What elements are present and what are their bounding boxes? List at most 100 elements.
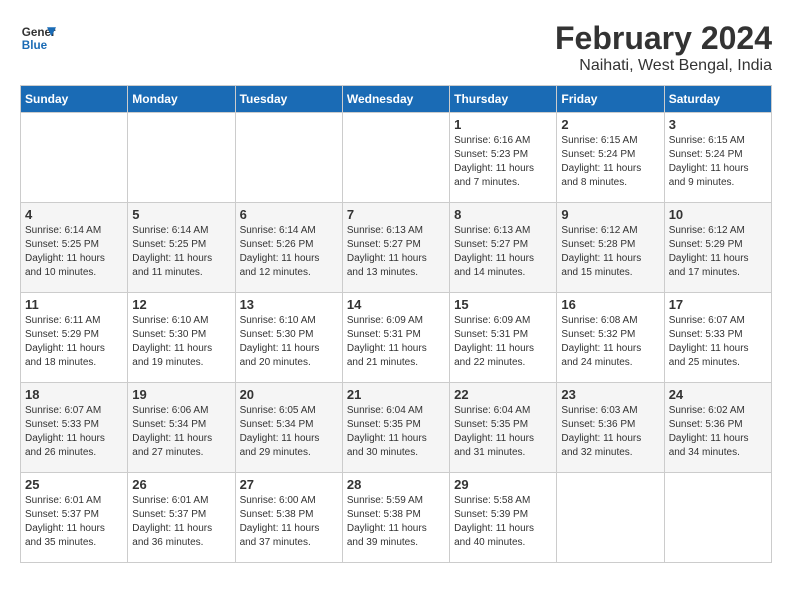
day-info: Sunrise: 6:09 AM Sunset: 5:31 PM Dayligh… xyxy=(347,314,445,370)
day-info: Sunrise: 6:13 AM Sunset: 5:27 PM Dayligh… xyxy=(347,224,445,280)
calendar-cell xyxy=(21,113,128,203)
day-number: 20 xyxy=(240,387,338,402)
day-number: 13 xyxy=(240,297,338,312)
day-number: 12 xyxy=(132,297,230,312)
day-info: Sunrise: 6:07 AM Sunset: 5:33 PM Dayligh… xyxy=(25,404,123,460)
calendar-cell: 25Sunrise: 6:01 AM Sunset: 5:37 PM Dayli… xyxy=(21,473,128,563)
day-info: Sunrise: 6:12 AM Sunset: 5:29 PM Dayligh… xyxy=(669,224,767,280)
calendar-cell: 15 Sunrise: 6:09 AM Sunset: 5:31 PM Dayli… xyxy=(450,293,557,383)
calendar-cell: 27 Sunrise: 6:00 AM Sunset: 5:38 PM Dayli… xyxy=(235,473,342,563)
day-number: 15 xyxy=(454,297,552,312)
calendar-cell: 10 Sunrise: 6:12 AM Sunset: 5:29 PM Dayli… xyxy=(664,203,771,293)
calendar-cell: 17Sunrise: 6:07 AM Sunset: 5:33 PM Dayli… xyxy=(664,293,771,383)
calendar-cell: 6Sunrise: 6:14 AM Sunset: 5:26 PM Daylig… xyxy=(235,203,342,293)
calendar-cell: 2Sunrise: 6:15 AM Sunset: 5:24 PM Daylig… xyxy=(557,113,664,203)
day-number: 2 xyxy=(561,117,659,132)
day-info: Sunrise: 5:58 AM Sunset: 5:39 PM Dayligh… xyxy=(454,494,552,550)
page-subtitle: Naihati, West Bengal, India xyxy=(555,57,772,75)
calendar-table: SundayMondayTuesdayWednesdayThursdayFrid… xyxy=(20,85,772,563)
day-info: Sunrise: 6:00 AM Sunset: 5:38 PM Dayligh… xyxy=(240,494,338,550)
day-number: 10 xyxy=(669,207,767,222)
week-row-5: 25 Sunrise: 6:01 AM Sunset: 5:37 PM Dayli… xyxy=(21,473,772,563)
logo: General Blue xyxy=(20,20,56,56)
day-number: 18 xyxy=(25,387,123,402)
page-title: February 2024 xyxy=(555,20,772,57)
calendar-cell: 3Sunrise: 6:15 AM Sunset: 5:24 PM Daylig… xyxy=(664,113,771,203)
column-header-saturday: Saturday xyxy=(664,86,771,113)
day-info: Sunrise: 6:08 AM Sunset: 5:32 PM Dayligh… xyxy=(561,314,659,370)
calendar-cell: 16 Sunrise: 6:08 AM Sunset: 5:32 PM Dayli… xyxy=(557,293,664,383)
day-info: Sunrise: 6:13 AM Sunset: 5:27 PM Dayligh… xyxy=(454,224,552,280)
calendar-cell: 8 Sunrise: 6:13 AM Sunset: 5:27 PM Daylig… xyxy=(450,203,557,293)
day-number: 9 xyxy=(561,207,659,222)
day-number: 28 xyxy=(347,477,445,492)
week-row-2: 4 Sunrise: 6:14 AM Sunset: 5:25 PM Daylig… xyxy=(21,203,772,293)
week-row-1: 1Sunrise: 6:16 AM Sunset: 5:23 PM Daylig… xyxy=(21,113,772,203)
day-info: Sunrise: 6:10 AM Sunset: 5:30 PM Dayligh… xyxy=(132,314,230,370)
day-number: 7 xyxy=(347,207,445,222)
column-header-tuesday: Tuesday xyxy=(235,86,342,113)
day-info: Sunrise: 6:03 AM Sunset: 5:36 PM Dayligh… xyxy=(561,404,659,460)
calendar-cell: 11 Sunrise: 6:11 AM Sunset: 5:29 PM Dayli… xyxy=(21,293,128,383)
day-info: Sunrise: 6:14 AM Sunset: 5:26 PM Dayligh… xyxy=(240,224,338,280)
day-number: 26 xyxy=(132,477,230,492)
day-info: Sunrise: 6:06 AM Sunset: 5:34 PM Dayligh… xyxy=(132,404,230,460)
day-number: 24 xyxy=(669,387,767,402)
day-info: Sunrise: 6:05 AM Sunset: 5:34 PM Dayligh… xyxy=(240,404,338,460)
day-number: 25 xyxy=(25,477,123,492)
calendar-cell: 28Sunrise: 5:59 AM Sunset: 5:38 PM Dayli… xyxy=(342,473,449,563)
calendar-cell xyxy=(235,113,342,203)
column-header-monday: Monday xyxy=(128,86,235,113)
calendar-cell xyxy=(342,113,449,203)
title-block: February 2024 Naihati, West Bengal, Indi… xyxy=(555,20,772,75)
day-info: Sunrise: 6:01 AM Sunset: 5:37 PM Dayligh… xyxy=(132,494,230,550)
calendar-cell: 18 Sunrise: 6:07 AM Sunset: 5:33 PM Dayli… xyxy=(21,383,128,473)
calendar-cell xyxy=(128,113,235,203)
calendar-cell: 1Sunrise: 6:16 AM Sunset: 5:23 PM Daylig… xyxy=(450,113,557,203)
day-info: Sunrise: 6:04 AM Sunset: 5:35 PM Dayligh… xyxy=(347,404,445,460)
day-number: 19 xyxy=(132,387,230,402)
day-info: Sunrise: 6:04 AM Sunset: 5:35 PM Dayligh… xyxy=(454,404,552,460)
column-header-wednesday: Wednesday xyxy=(342,86,449,113)
day-number: 4 xyxy=(25,207,123,222)
day-number: 5 xyxy=(132,207,230,222)
calendar-cell: 12 Sunrise: 6:10 AM Sunset: 5:30 PM Dayli… xyxy=(128,293,235,383)
calendar-cell: 4Sunrise: 6:14 AM Sunset: 5:25 PM Daylig… xyxy=(21,203,128,293)
day-info: Sunrise: 6:10 AM Sunset: 5:30 PM Dayligh… xyxy=(240,314,338,370)
column-header-sunday: Sunday xyxy=(21,86,128,113)
calendar-cell xyxy=(664,473,771,563)
calendar-cell: 21 Sunrise: 6:04 AM Sunset: 5:35 PM Dayli… xyxy=(342,383,449,473)
calendar-cell: 19 Sunrise: 6:06 AM Sunset: 5:34 PM Dayli… xyxy=(128,383,235,473)
day-info: Sunrise: 6:11 AM Sunset: 5:29 PM Dayligh… xyxy=(25,314,123,370)
column-header-friday: Friday xyxy=(557,86,664,113)
day-number: 8 xyxy=(454,207,552,222)
calendar-cell: 22 Sunrise: 6:04 AM Sunset: 5:35 PM Dayli… xyxy=(450,383,557,473)
calendar-cell xyxy=(557,473,664,563)
week-row-3: 11 Sunrise: 6:11 AM Sunset: 5:29 PM Dayli… xyxy=(21,293,772,383)
calendar-cell: 24 Sunrise: 6:02 AM Sunset: 5:36 PM Dayli… xyxy=(664,383,771,473)
calendar-cell: 5 Sunrise: 6:14 AM Sunset: 5:25 PM Daylig… xyxy=(128,203,235,293)
calendar-cell: 23Sunrise: 6:03 AM Sunset: 5:36 PM Dayli… xyxy=(557,383,664,473)
day-number: 16 xyxy=(561,297,659,312)
calendar-cell: 29 Sunrise: 5:58 AM Sunset: 5:39 PM Dayli… xyxy=(450,473,557,563)
calendar-cell: 9 Sunrise: 6:12 AM Sunset: 5:28 PM Daylig… xyxy=(557,203,664,293)
svg-text:Blue: Blue xyxy=(22,39,48,52)
day-number: 17 xyxy=(669,297,767,312)
day-info: Sunrise: 6:09 AM Sunset: 5:31 PM Dayligh… xyxy=(454,314,552,370)
day-number: 27 xyxy=(240,477,338,492)
page-header: General Blue February 2024 Naihati, West… xyxy=(20,20,772,75)
logo-icon: General Blue xyxy=(20,20,56,56)
calendar-cell: 14Sunrise: 6:09 AM Sunset: 5:31 PM Dayli… xyxy=(342,293,449,383)
calendar-cell: 7 Sunrise: 6:13 AM Sunset: 5:27 PM Daylig… xyxy=(342,203,449,293)
day-number: 29 xyxy=(454,477,552,492)
day-number: 1 xyxy=(454,117,552,132)
calendar-cell: 26 Sunrise: 6:01 AM Sunset: 5:37 PM Dayli… xyxy=(128,473,235,563)
day-info: Sunrise: 6:12 AM Sunset: 5:28 PM Dayligh… xyxy=(561,224,659,280)
day-info: Sunrise: 6:14 AM Sunset: 5:25 PM Dayligh… xyxy=(132,224,230,280)
day-info: Sunrise: 6:02 AM Sunset: 5:36 PM Dayligh… xyxy=(669,404,767,460)
calendar-cell: 20 Sunrise: 6:05 AM Sunset: 5:34 PM Dayli… xyxy=(235,383,342,473)
day-number: 22 xyxy=(454,387,552,402)
day-number: 11 xyxy=(25,297,123,312)
day-number: 21 xyxy=(347,387,445,402)
day-number: 3 xyxy=(669,117,767,132)
